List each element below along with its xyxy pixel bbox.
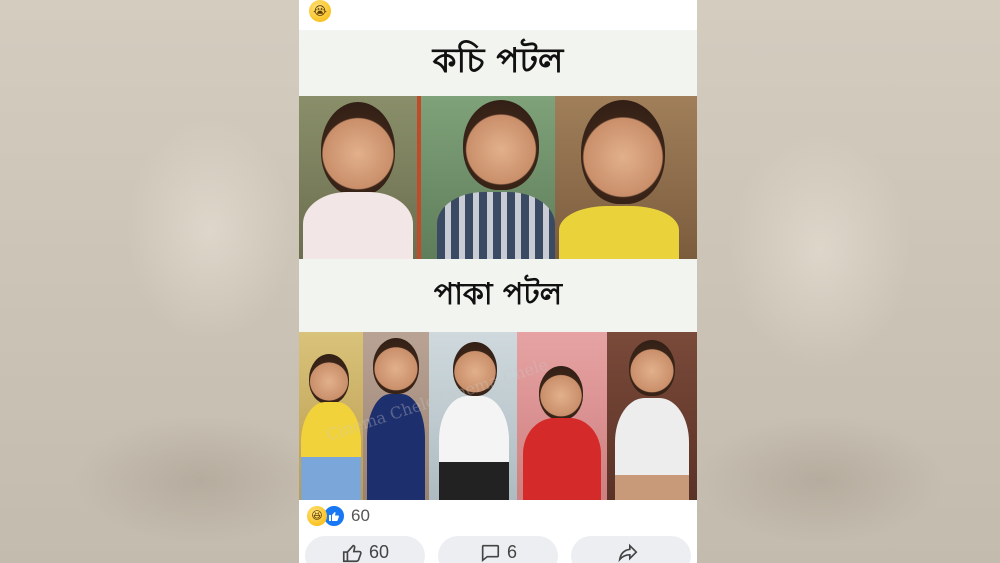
photo-boy: [421, 96, 555, 259]
meme-title-bottom: পাকা পটল: [299, 259, 697, 332]
share-icon: [618, 543, 638, 563]
comment-count: 6: [506, 542, 517, 562]
photo-woman-5: [607, 332, 697, 500]
photo-girl-2: [555, 96, 697, 259]
photo-woman-1: [299, 332, 363, 500]
thumbs-up-icon: [342, 544, 362, 563]
like-count: 60: [368, 542, 390, 562]
photo-woman-3: [429, 332, 517, 500]
photo-woman-2: [363, 332, 429, 500]
photo-girl-1: [299, 96, 417, 259]
haha-icon: 😆: [307, 506, 327, 526]
post-header-strip: 😭: [299, 0, 697, 30]
comment-button[interactable]: 6: [438, 536, 558, 563]
meme-title-top: কচি পটল: [299, 30, 697, 96]
photo-row-bottom: Cinema Chele Cinema Chele: [299, 332, 697, 500]
like-button[interactable]: 60: [305, 536, 425, 563]
crying-emoji-icon: 😭: [309, 0, 331, 22]
reactions-summary[interactable]: 😆 60: [307, 505, 370, 527]
share-button[interactable]: [571, 536, 691, 563]
post-card: 😭 কচি পটল পাকা পটল Cinema Chele Cinema C…: [299, 0, 697, 563]
reaction-count: 60: [351, 506, 370, 525]
meme-image[interactable]: কচি পটল পাকা পটল Cinema Chele Cinema Che…: [299, 30, 697, 500]
photo-woman-4: [517, 332, 607, 500]
comment-icon: [481, 544, 500, 563]
photo-row-top: [299, 96, 697, 259]
